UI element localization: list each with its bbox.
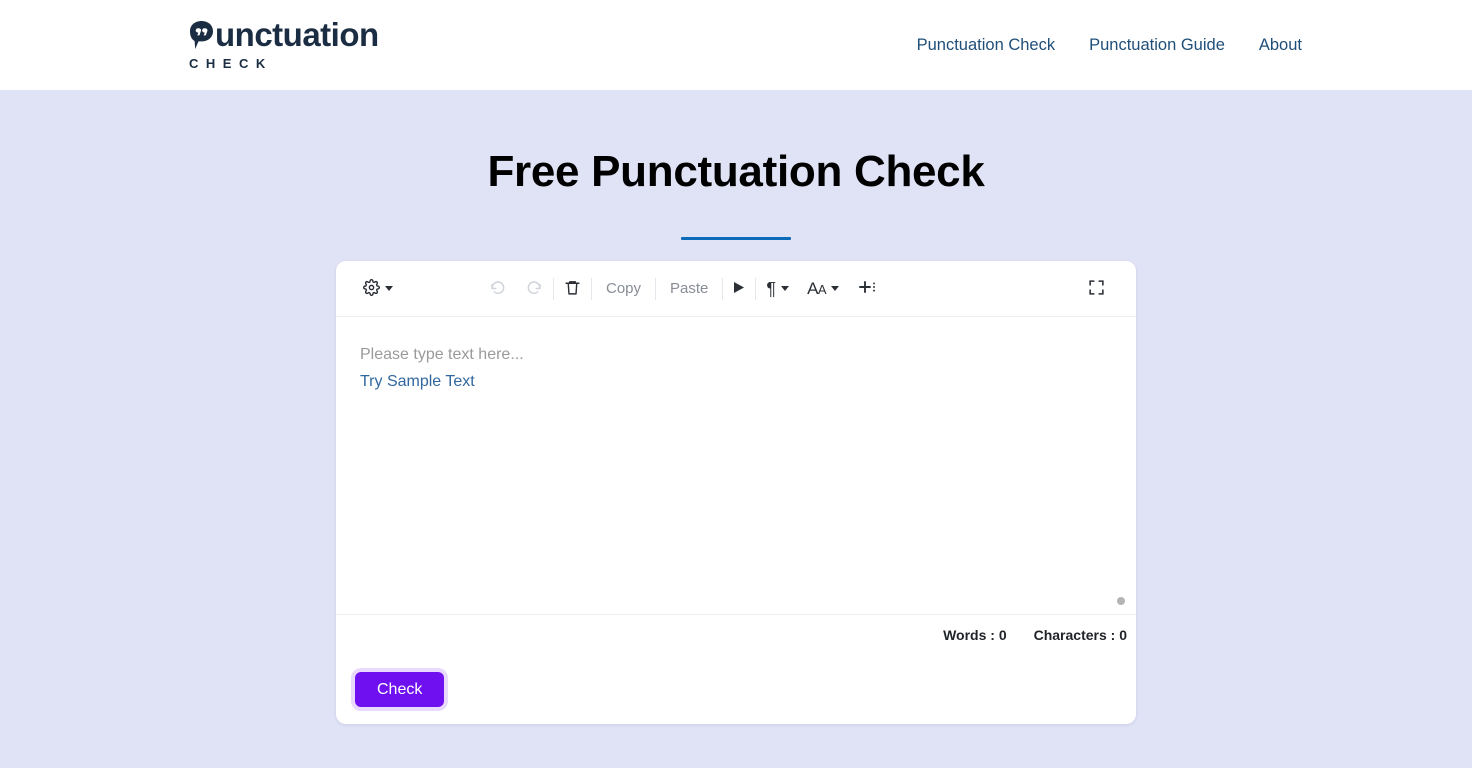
play-icon — [733, 281, 745, 296]
word-count: Words : 0 — [943, 627, 1007, 643]
undo-button[interactable] — [480, 273, 516, 305]
font-size-small-a: A — [817, 281, 827, 297]
editor-counts: Words : 0 Characters : 0 — [336, 615, 1136, 655]
check-button[interactable]: Check — [355, 672, 445, 707]
text-editor-area[interactable]: Please type text here... Try Sample Text — [336, 317, 1136, 615]
hero-section: Free Punctuation Check — [0, 90, 1472, 240]
insert-more-button[interactable] — [848, 273, 886, 305]
editor-placeholder: Please type text here... — [360, 346, 524, 363]
pilcrow-icon: ¶ — [766, 278, 777, 299]
clear-text-button[interactable] — [555, 273, 590, 305]
gear-icon — [363, 278, 380, 299]
toolbar-right-group — [1079, 273, 1114, 305]
speech-bubble-quote-icon — [189, 20, 214, 50]
logo-word: unctuation — [215, 16, 379, 53]
resize-handle-icon[interactable] — [1117, 597, 1125, 605]
trash-icon — [564, 279, 581, 299]
fullscreen-icon — [1088, 279, 1105, 299]
chevron-down-icon — [831, 286, 840, 291]
toolbar-divider — [553, 277, 554, 300]
fullscreen-button[interactable] — [1079, 273, 1114, 305]
editor-toolbar: Copy Paste ¶ AA — [336, 261, 1136, 317]
toolbar-divider — [722, 277, 724, 300]
site-logo[interactable]: unctuation CHECK — [189, 16, 379, 71]
main-navigation: Punctuation Check Punctuation Guide Abou… — [900, 30, 1319, 61]
logo-subtitle: CHECK — [189, 56, 273, 71]
title-accent-rule — [681, 237, 791, 240]
settings-button[interactable] — [354, 273, 402, 305]
editor-card: Copy Paste ¶ AA Please type text here...… — [336, 261, 1136, 724]
chevron-down-icon — [781, 286, 790, 291]
speak-text-button[interactable] — [724, 273, 754, 305]
character-count: Characters : 0 — [1033, 627, 1127, 643]
redo-button[interactable] — [516, 273, 552, 305]
font-size-large-a: A — [807, 278, 818, 298]
copy-button[interactable]: Copy — [593, 273, 654, 305]
nav-item-punctuation-check[interactable]: Punctuation Check — [900, 30, 1073, 61]
paste-button[interactable]: Paste — [657, 273, 721, 305]
undo-icon — [489, 278, 507, 299]
try-sample-text-link[interactable]: Try Sample Text — [360, 373, 475, 391]
nav-item-punctuation-guide[interactable]: Punctuation Guide — [1072, 30, 1242, 61]
font-size-button[interactable]: AA — [798, 273, 848, 305]
chevron-down-icon — [385, 286, 393, 291]
plus-more-icon — [857, 278, 877, 299]
paragraph-format-button[interactable]: ¶ — [757, 273, 798, 305]
font-size-icon: AA — [807, 278, 827, 299]
toolbar-divider — [655, 277, 657, 300]
page-title: Free Punctuation Check — [487, 147, 985, 196]
redo-icon — [525, 278, 543, 299]
editor-actions: Check — [336, 655, 1136, 724]
toolbar-divider — [591, 277, 592, 300]
nav-item-about[interactable]: About — [1242, 30, 1319, 61]
site-header: unctuation CHECK Punctuation Check Punct… — [0, 0, 1472, 90]
toolbar-divider — [755, 277, 757, 300]
logo-wordmark: unctuation — [189, 16, 379, 53]
